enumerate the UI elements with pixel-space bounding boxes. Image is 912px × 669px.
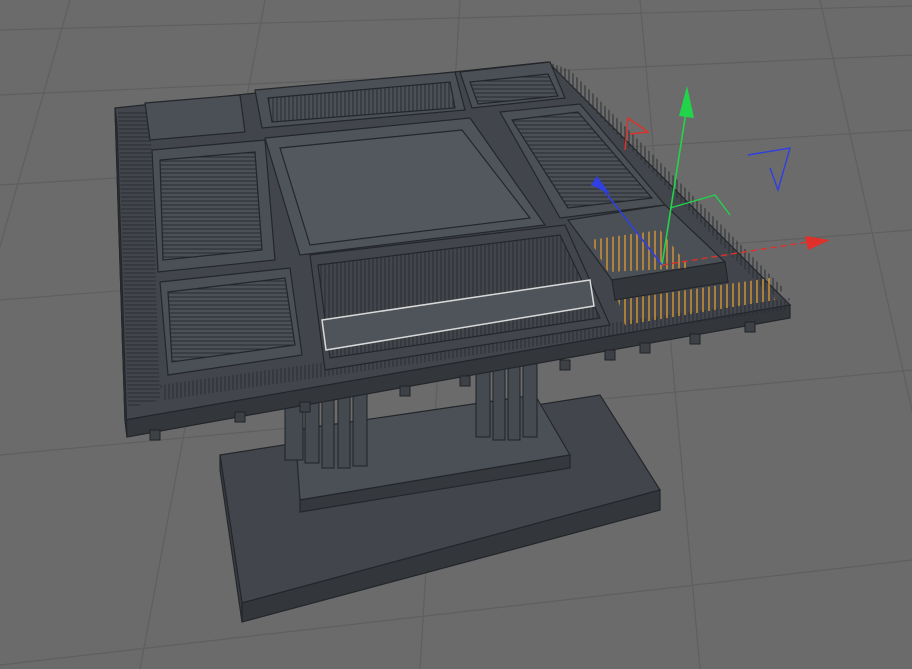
y-axis-arrow xyxy=(679,86,694,118)
x-axis-arrow xyxy=(805,236,830,250)
z-flag-icon xyxy=(747,147,791,193)
3d-viewport[interactable] xyxy=(0,0,912,669)
